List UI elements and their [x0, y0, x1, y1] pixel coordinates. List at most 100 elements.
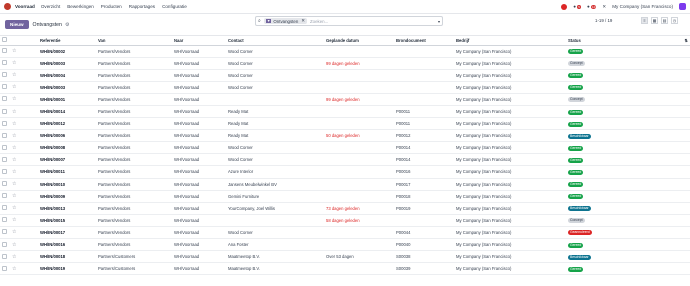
menu-item[interactable]: Bewerkingen	[67, 4, 94, 9]
table-row[interactable]: ☆ WH/IN/00015 Partners/Vendors WH/Voorraad 5…	[0, 214, 690, 227]
table-row[interactable]: ☆ WH/IN/00001 Partners/Vendors WH/Voorraad 9…	[0, 93, 690, 106]
menu-item[interactable]: Overzicht	[41, 4, 60, 9]
row-checkbox[interactable]	[2, 193, 7, 199]
chat-icon[interactable]: ● 10	[587, 4, 597, 9]
table-row[interactable]: ☆ WH/IN/00006 Partners/Vendors WH/Voorraad R…	[0, 129, 690, 143]
star-icon[interactable]: ☆	[12, 121, 16, 127]
cell-van: Partners/Vendors	[96, 202, 172, 215]
list-view-icon[interactable]: ≡	[641, 17, 648, 24]
col-status[interactable]: Status ⇅	[566, 36, 690, 46]
select-all-checkbox[interactable]	[2, 37, 7, 43]
table-row[interactable]: ☆ WH/IN/00004 Partners/Vendors WH/Voorraad W…	[0, 69, 690, 82]
row-checkbox[interactable]	[2, 181, 7, 187]
table-row[interactable]: ☆ WH/IN/00012 Partners/Vendors WH/Voorraad R…	[0, 117, 690, 131]
menu-item[interactable]: Producten	[101, 4, 122, 9]
star-icon[interactable]: ☆	[12, 181, 16, 187]
table-row[interactable]: ☆ WH/IN/00009 Partners/Vendors WH/Voorraad G…	[0, 190, 690, 203]
facet-remove-icon[interactable]: ✕	[301, 18, 305, 24]
search-bar[interactable]: ⌕ ▼ Ontvangsten ✕ Zoeken... ▾	[255, 16, 443, 26]
table-row[interactable]: ☆ WH/IN/00017 Partners/Vendors WH/Voorraad W…	[0, 226, 690, 240]
star-icon[interactable]: ☆	[12, 217, 16, 223]
row-checkbox[interactable]	[2, 217, 7, 223]
row-checkbox[interactable]	[2, 265, 7, 271]
calendar-view-icon[interactable]: ▤	[661, 17, 668, 24]
col-geplande-datum[interactable]: Geplande datum	[324, 36, 394, 46]
user-avatar[interactable]	[679, 3, 686, 10]
star-icon[interactable]: ☆	[12, 60, 16, 66]
cell-contact: Wood Corner	[226, 45, 324, 58]
settings-icon[interactable]: ✕	[602, 4, 606, 10]
optional-columns-icon[interactable]: ⇅	[684, 38, 688, 43]
star-icon[interactable]: ☆	[12, 48, 16, 54]
kanban-view-icon[interactable]: ▦	[651, 17, 658, 24]
star-icon[interactable]: ☆	[12, 254, 16, 260]
star-icon[interactable]: ☆	[12, 96, 16, 102]
row-checkbox[interactable]	[2, 253, 7, 259]
row-checkbox[interactable]	[2, 48, 7, 54]
col-contact[interactable]: Contact	[226, 36, 324, 46]
row-checkbox[interactable]	[2, 108, 7, 114]
col-referentie[interactable]: Referentie	[38, 36, 96, 46]
new-button[interactable]: Nieuw	[5, 20, 29, 29]
row-checkbox[interactable]	[2, 96, 7, 102]
row-checkbox[interactable]	[2, 72, 7, 78]
col-bedrijf[interactable]: Bedrijf	[454, 36, 566, 46]
row-checkbox[interactable]	[2, 120, 7, 126]
table-row[interactable]: ☆ WH/IN/00003 Partners/Vendors WH/Voorraad W…	[0, 81, 690, 94]
table-row[interactable]: ☆ WH/IN/00013 Partners/Vendors WH/Voorraad Y…	[0, 202, 690, 215]
row-checkbox[interactable]	[2, 241, 7, 247]
cell-bron: P00044	[394, 226, 454, 240]
star-icon[interactable]: ☆	[12, 205, 16, 211]
cell-naar: WH/Voorraad	[172, 226, 226, 240]
row-checkbox[interactable]	[2, 60, 7, 66]
cell-bron	[394, 45, 454, 58]
row-checkbox[interactable]	[2, 132, 7, 138]
col-van[interactable]: Van	[96, 36, 172, 46]
inventory-app-icon[interactable]	[4, 3, 11, 10]
star-icon[interactable]: ☆	[12, 242, 16, 248]
col-naar[interactable]: Naar	[172, 36, 226, 46]
activity-icon[interactable]: ● 5	[573, 4, 581, 9]
table-row[interactable]: ☆ WH/IN/00003 Partners/Vendors WH/Voorraad W…	[0, 57, 690, 70]
company-switcher[interactable]: My Company (San Francisco)	[612, 4, 673, 9]
table-row[interactable]: ☆ WH/IN/00010 Partners/Vendors WH/Voorraad J…	[0, 178, 690, 191]
app-name[interactable]: Voorraad	[15, 4, 35, 9]
star-icon[interactable]: ☆	[12, 157, 16, 163]
cell-datum	[324, 190, 394, 203]
cell-naar: WH/Voorraad	[172, 214, 226, 227]
star-icon[interactable]: ☆	[12, 193, 16, 199]
star-icon[interactable]: ☆	[12, 229, 16, 235]
search-options-caret-icon[interactable]: ▾	[438, 19, 440, 24]
row-checkbox[interactable]	[2, 168, 7, 174]
table-row[interactable]: ☆ WH/IN/00018 Partners/Customers WH/Voorraa…	[0, 250, 690, 264]
search-input[interactable]: Zoeken...	[310, 19, 328, 24]
row-checkbox[interactable]	[2, 156, 7, 162]
search-facet[interactable]: ▼ Ontvangsten ✕	[263, 18, 307, 24]
message-count: 10	[591, 5, 597, 9]
table-row[interactable]: ☆ WH/IN/00002 Partners/Vendors WH/Voorraad W…	[0, 45, 690, 58]
col-brondocument[interactable]: Brondocument	[394, 36, 454, 46]
table-row[interactable]: ☆ WH/IN/00019 Partners/Customers WH/Voorraa…	[0, 262, 690, 276]
row-checkbox[interactable]	[2, 205, 7, 211]
menu-item[interactable]: Rapportages	[129, 4, 155, 9]
pager[interactable]: 1-19 / 19	[595, 18, 612, 23]
table-row[interactable]: ☆ WH/IN/00014 Partners/Vendors WH/Voorraad R…	[0, 105, 690, 119]
star-icon[interactable]: ☆	[12, 266, 16, 272]
star-icon[interactable]: ☆	[12, 145, 16, 151]
star-icon[interactable]: ☆	[12, 133, 16, 139]
row-checkbox[interactable]	[2, 229, 7, 235]
table-row[interactable]: ☆ WH/IN/00011 Partners/Vendors WH/Voorraad A…	[0, 165, 690, 179]
table-row[interactable]: ☆ WH/IN/00008 Partners/Vendors WH/Voorraad W…	[0, 141, 690, 155]
star-icon[interactable]: ☆	[12, 72, 16, 78]
star-icon[interactable]: ☆	[12, 169, 16, 175]
gear-icon[interactable]: ⚙	[65, 22, 69, 28]
bug-icon[interactable]	[561, 3, 568, 10]
star-icon[interactable]: ☆	[12, 84, 16, 90]
menu-item[interactable]: Configuratie	[162, 4, 187, 9]
table-row[interactable]: ☆ WH/IN/00016 Partners/Vendors WH/Voorraad A…	[0, 238, 690, 252]
row-checkbox[interactable]	[2, 84, 7, 90]
star-icon[interactable]: ☆	[12, 109, 16, 115]
table-row[interactable]: ☆ WH/IN/00007 Partners/Vendors WH/Voorraad W…	[0, 153, 690, 167]
activity-view-icon[interactable]: ◷	[671, 17, 678, 24]
row-checkbox[interactable]	[2, 144, 7, 150]
